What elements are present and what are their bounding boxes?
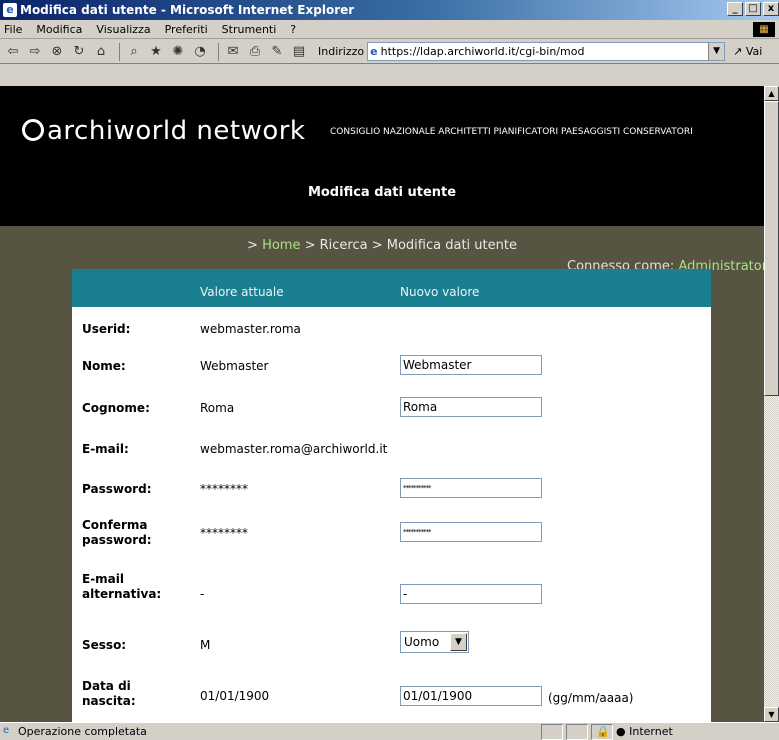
menu-file[interactable]: File [4, 23, 22, 36]
status-bar: e Operazione completata 🔒 ● Internet [0, 722, 779, 740]
breadcrumb-rest: > Ricerca > Modifica dati utente [304, 238, 517, 253]
favorites-icon[interactable]: ★ [147, 43, 165, 61]
current-nome: Webmaster [200, 359, 269, 373]
menu-bar: File Modifica Visualizza Preferiti Strum… [0, 20, 779, 39]
label-confirm-password: Conferma password: [82, 518, 152, 547]
toolbar-separator [218, 42, 219, 61]
form-header: Valore attuale Nuovo valore [72, 269, 711, 307]
page-icon: e [370, 45, 378, 58]
address-field[interactable]: e https://ldap.archiworld.it/cgi-bin/mod… [367, 42, 726, 61]
chevron-down-icon[interactable]: ▼ [450, 633, 467, 651]
menu-help[interactable]: ? [290, 23, 296, 36]
page-status-icon: e [3, 725, 10, 736]
birthdate-input[interactable]: 01/01/1900 [400, 686, 542, 706]
logo-mark-icon [22, 118, 44, 141]
go-button[interactable]: ↗ Vai [733, 45, 762, 58]
breadcrumb-home-link[interactable]: Home [262, 238, 300, 253]
scroll-thumb[interactable] [764, 101, 779, 396]
window-title: Modifica dati utente - Microsoft Interne… [20, 3, 355, 17]
site-subtitle: CONSIGLIO NAZIONALE ARCHITETTI PIANIFICA… [330, 127, 693, 137]
forward-icon[interactable]: ⇨ [26, 43, 44, 61]
address-dropdown-icon[interactable]: ▼ [708, 43, 725, 60]
sesso-selected: Uomo [404, 635, 440, 649]
print-icon[interactable]: ⎙ [246, 43, 264, 61]
logo-text: archiworld network [47, 116, 306, 146]
label-userid: Userid: [82, 322, 131, 336]
close-button[interactable]: x [763, 2, 779, 16]
window-title-bar[interactable]: e Modifica dati utente - Microsoft Inter… [0, 0, 779, 20]
status-cell [566, 724, 588, 740]
current-cognome: Roma [200, 401, 235, 415]
label-birthdate: Data di nascita: [82, 679, 136, 708]
current-birthdate: 01/01/1900 [200, 689, 270, 703]
confirm-password-input[interactable]: *********** [400, 522, 542, 542]
label-nome: Nome: [82, 359, 126, 373]
col-current-header: Valore attuale [200, 285, 284, 299]
current-sesso: M [200, 638, 211, 652]
address-label: Indirizzo [318, 45, 365, 58]
label-email: E-mail: [82, 442, 129, 456]
current-email: webmaster.roma@archiworld.it [200, 442, 388, 456]
go-label: Vai [745, 45, 763, 58]
birthdate-format-hint: (gg/mm/aaaa) [548, 691, 634, 705]
label-cognome: Cognome: [82, 401, 150, 415]
menu-modifica[interactable]: Modifica [36, 23, 82, 36]
alt-email-input[interactable]: - [400, 584, 542, 604]
home-icon[interactable]: ⌂ [92, 43, 110, 61]
scroll-up-icon[interactable]: ▲ [764, 86, 779, 101]
minimize-button[interactable]: _ [727, 2, 743, 16]
breadcrumb: > Home > Ricerca > Modifica dati utente [0, 238, 764, 253]
maximize-button[interactable]: □ [745, 2, 761, 16]
discuss-icon[interactable]: ▤ [290, 43, 308, 61]
password-input[interactable]: *********** [400, 478, 542, 498]
address-url[interactable]: https://ldap.archiworld.it/cgi-bin/mod [381, 45, 585, 58]
sesso-select[interactable]: Uomo ▼ [400, 631, 469, 653]
search-icon[interactable]: ⌕ [125, 43, 143, 61]
scroll-down-icon[interactable]: ▼ [764, 707, 779, 722]
label-password: Password: [82, 482, 152, 496]
menu-preferiti[interactable]: Preferiti [165, 23, 208, 36]
zone-label: Internet [629, 725, 673, 738]
page-title: Modifica dati utente [307, 185, 457, 200]
toolbar-separator [119, 42, 120, 61]
label-sesso: Sesso: [82, 638, 127, 652]
breadcrumb-sep: > [247, 238, 258, 253]
refresh-icon[interactable]: ↻ [70, 43, 88, 61]
current-password: ******** [200, 482, 248, 496]
edit-icon[interactable]: ✎ [268, 43, 286, 61]
history-icon[interactable]: ◔ [191, 43, 209, 61]
windows-logo-icon: ▦ [753, 22, 775, 37]
col-new-header: Nuovo valore [400, 285, 480, 299]
current-alt-email: - [200, 587, 205, 601]
mail-icon[interactable]: ✉ [224, 43, 242, 61]
site-header: archiworld network CONSIGLIO NAZIONALE A… [0, 86, 764, 226]
status-text: Operazione completata [18, 725, 147, 738]
lock-icon: 🔒 [596, 725, 610, 738]
current-userid: webmaster.roma [200, 322, 301, 336]
internet-zone: ● Internet [616, 725, 673, 738]
menu-visualizza[interactable]: Visualizza [96, 23, 150, 36]
ie-icon: e [3, 3, 17, 17]
vertical-scrollbar[interactable]: ▲ ▼ [764, 86, 779, 722]
stop-icon[interactable]: ⊗ [48, 43, 66, 61]
menu-strumenti[interactable]: Strumenti [222, 23, 277, 36]
window-controls: _ □ x [727, 2, 779, 16]
status-cell [541, 724, 563, 740]
edit-user-form: Valore attuale Nuovo valore Userid: webm… [72, 269, 711, 722]
site-logo[interactable]: archiworld network [22, 116, 306, 146]
cognome-input[interactable]: Roma [400, 397, 542, 417]
current-confirm-password: ******** [200, 526, 248, 540]
toolbar: ⇦ ⇨ ⊗ ↻ ⌂ ⌕ ★ ✺ ◔ ✉ ⎙ ✎ ▤ Indirizzo e ht… [0, 40, 779, 64]
back-icon[interactable]: ⇦ [4, 43, 22, 61]
page-viewport: archiworld network CONSIGLIO NAZIONALE A… [0, 86, 764, 722]
nome-input[interactable]: Webmaster [400, 355, 542, 375]
media-icon[interactable]: ✺ [169, 43, 187, 61]
label-alt-email: E-mail alternativa: [82, 572, 162, 601]
